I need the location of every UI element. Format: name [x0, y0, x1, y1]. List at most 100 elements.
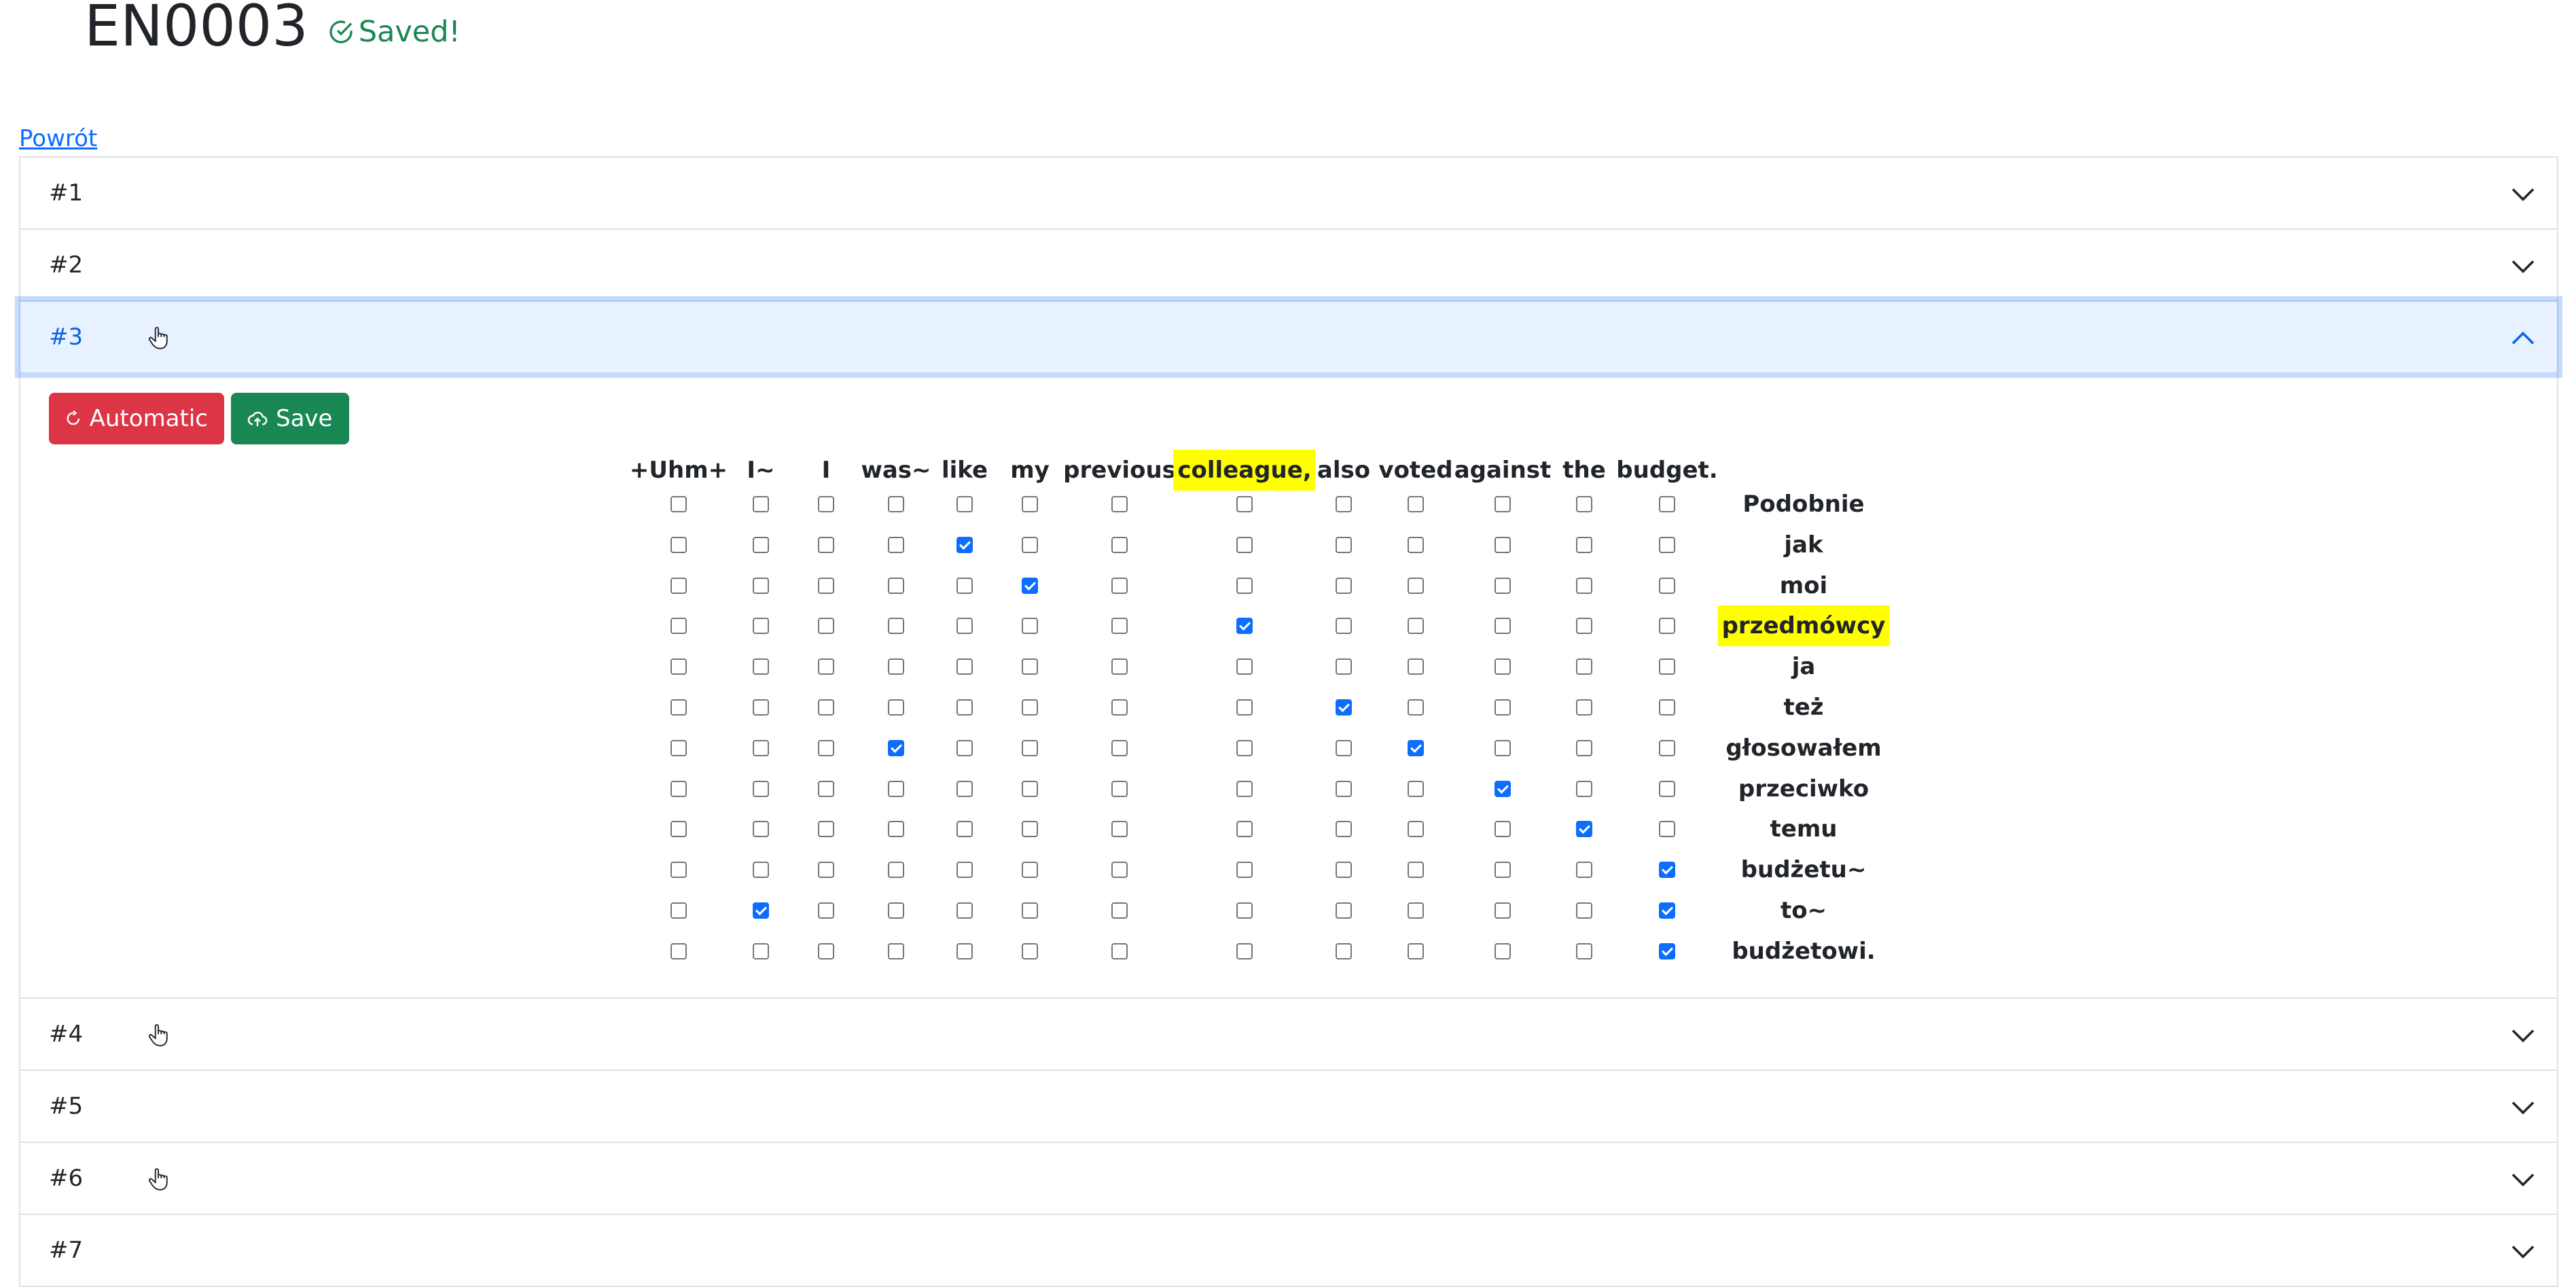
chevron-down-icon[interactable] — [2509, 181, 2537, 208]
alignment-checkbox[interactable] — [956, 618, 973, 635]
alignment-checkbox[interactable] — [956, 821, 973, 838]
alignment-checkbox[interactable] — [1495, 902, 1511, 919]
alignment-checkbox[interactable] — [1495, 780, 1511, 797]
alignment-checkbox[interactable] — [1576, 496, 1592, 512]
alignment-checkbox[interactable] — [956, 862, 973, 879]
alignment-checkbox[interactable] — [888, 699, 904, 716]
alignment-checkbox[interactable] — [1659, 658, 1675, 675]
alignment-checkbox[interactable] — [1236, 821, 1253, 838]
alignment-checkbox[interactable] — [1495, 699, 1511, 716]
alignment-checkbox[interactable] — [1408, 699, 1424, 716]
alignment-checkbox[interactable] — [670, 780, 687, 797]
alignment-checkbox[interactable] — [670, 942, 687, 959]
alignment-checkbox[interactable] — [1495, 618, 1511, 635]
alignment-checkbox[interactable] — [818, 862, 834, 879]
alignment-checkbox[interactable] — [1495, 821, 1511, 838]
alignment-checkbox[interactable] — [1408, 942, 1424, 959]
chevron-up-icon[interactable] — [2509, 325, 2537, 352]
alignment-checkbox[interactable] — [1022, 536, 1038, 553]
alignment-checkbox[interactable] — [1576, 902, 1592, 919]
accordion-header[interactable]: #5 — [20, 1071, 2557, 1142]
alignment-checkbox[interactable] — [888, 942, 904, 959]
alignment-checkbox[interactable] — [670, 618, 687, 635]
alignment-checkbox[interactable] — [956, 577, 973, 594]
alignment-checkbox[interactable] — [1111, 496, 1128, 512]
alignment-checkbox[interactable] — [956, 699, 973, 716]
alignment-checkbox[interactable] — [1111, 942, 1128, 959]
alignment-checkbox[interactable] — [956, 658, 973, 675]
alignment-checkbox[interactable] — [1408, 658, 1424, 675]
alignment-checkbox[interactable] — [818, 902, 834, 919]
alignment-checkbox[interactable] — [1408, 618, 1424, 635]
alignment-checkbox[interactable] — [1111, 902, 1128, 919]
alignment-checkbox[interactable] — [1408, 862, 1424, 879]
alignment-checkbox[interactable] — [753, 658, 769, 675]
alignment-checkbox[interactable] — [753, 942, 769, 959]
alignment-checkbox[interactable] — [888, 658, 904, 675]
alignment-checkbox[interactable] — [1495, 496, 1511, 512]
alignment-checkbox[interactable] — [818, 821, 834, 838]
alignment-checkbox[interactable] — [753, 780, 769, 797]
alignment-checkbox[interactable] — [1336, 658, 1352, 675]
alignment-checkbox[interactable] — [1336, 536, 1352, 553]
alignment-checkbox[interactable] — [753, 821, 769, 838]
alignment-checkbox[interactable] — [1336, 618, 1352, 635]
alignment-checkbox[interactable] — [1659, 739, 1675, 756]
alignment-checkbox[interactable] — [1336, 739, 1352, 756]
alignment-checkbox[interactable] — [1408, 536, 1424, 553]
alignment-checkbox[interactable] — [818, 942, 834, 959]
alignment-checkbox[interactable] — [1495, 658, 1511, 675]
alignment-checkbox[interactable] — [1336, 577, 1352, 594]
alignment-checkbox[interactable] — [956, 902, 973, 919]
alignment-checkbox[interactable] — [888, 739, 904, 756]
alignment-checkbox[interactable] — [1111, 780, 1128, 797]
alignment-checkbox[interactable] — [1659, 942, 1675, 959]
alignment-checkbox[interactable] — [1022, 699, 1038, 716]
alignment-checkbox[interactable] — [1236, 942, 1253, 959]
alignment-checkbox[interactable] — [753, 577, 769, 594]
alignment-checkbox[interactable] — [1576, 862, 1592, 879]
alignment-checkbox[interactable] — [1111, 739, 1128, 756]
alignment-checkbox[interactable] — [1659, 536, 1675, 553]
alignment-checkbox[interactable] — [1022, 862, 1038, 879]
alignment-checkbox[interactable] — [1659, 496, 1675, 512]
alignment-checkbox[interactable] — [1576, 577, 1592, 594]
alignment-checkbox[interactable] — [1495, 739, 1511, 756]
alignment-checkbox[interactable] — [1236, 496, 1253, 512]
accordion-header[interactable]: #6 — [20, 1143, 2557, 1214]
alignment-checkbox[interactable] — [1022, 658, 1038, 675]
alignment-checkbox[interactable] — [888, 862, 904, 879]
alignment-checkbox[interactable] — [1236, 658, 1253, 675]
alignment-checkbox[interactable] — [888, 821, 904, 838]
alignment-checkbox[interactable] — [1659, 699, 1675, 716]
alignment-checkbox[interactable] — [1495, 862, 1511, 879]
automatic-button[interactable]: Automatic — [49, 393, 224, 444]
alignment-checkbox[interactable] — [1576, 536, 1592, 553]
alignment-checkbox[interactable] — [1022, 780, 1038, 797]
alignment-checkbox[interactable] — [1111, 536, 1128, 553]
alignment-checkbox[interactable] — [888, 536, 904, 553]
save-button[interactable]: Save — [231, 393, 349, 444]
chevron-down-icon[interactable] — [2509, 1166, 2537, 1193]
chevron-down-icon[interactable] — [2509, 253, 2537, 280]
alignment-checkbox[interactable] — [1576, 618, 1592, 635]
alignment-checkbox[interactable] — [1576, 942, 1592, 959]
alignment-checkbox[interactable] — [1111, 658, 1128, 675]
alignment-checkbox[interactable] — [1022, 618, 1038, 635]
alignment-checkbox[interactable] — [1336, 862, 1352, 879]
alignment-checkbox[interactable] — [1659, 821, 1675, 838]
alignment-checkbox[interactable] — [888, 902, 904, 919]
alignment-checkbox[interactable] — [670, 699, 687, 716]
alignment-checkbox[interactable] — [1576, 699, 1592, 716]
chevron-down-icon[interactable] — [2509, 1022, 2537, 1049]
alignment-checkbox[interactable] — [1336, 902, 1352, 919]
alignment-checkbox[interactable] — [670, 658, 687, 675]
alignment-checkbox[interactable] — [818, 658, 834, 675]
chevron-down-icon[interactable] — [2509, 1094, 2537, 1121]
alignment-checkbox[interactable] — [1408, 902, 1424, 919]
alignment-checkbox[interactable] — [1236, 618, 1253, 635]
alignment-checkbox[interactable] — [670, 902, 687, 919]
alignment-checkbox[interactable] — [670, 821, 687, 838]
chevron-down-icon[interactable] — [2509, 1238, 2537, 1265]
alignment-checkbox[interactable] — [888, 496, 904, 512]
